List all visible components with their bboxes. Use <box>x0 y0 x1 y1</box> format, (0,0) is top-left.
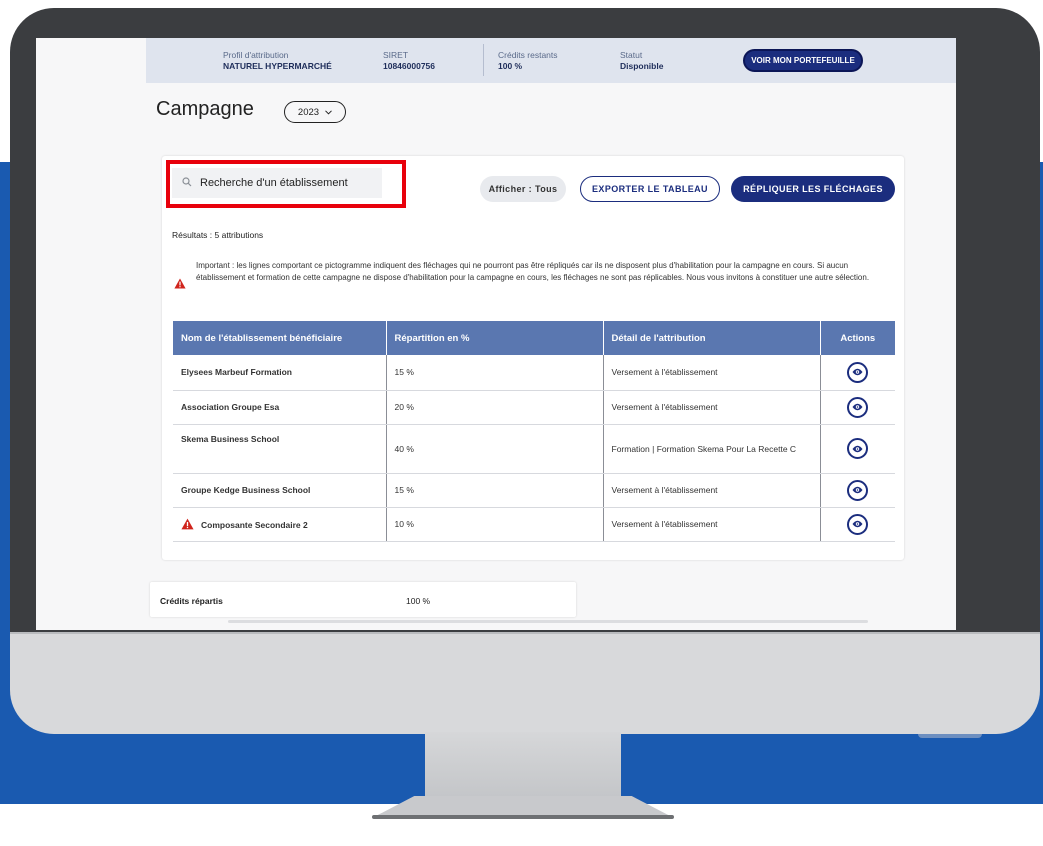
view-eye-icon[interactable] <box>847 361 869 383</box>
profile-bar: Profil d'attribution NATUREL HYPERMARCHÉ… <box>146 38 956 83</box>
table-row: Elysees Marbeuf Formation 15 % Versement à… <box>173 355 895 391</box>
establishment-name-cell: Skema Business School <box>173 424 387 474</box>
actions-cell <box>820 507 895 542</box>
view-eye-icon[interactable] <box>847 438 869 459</box>
afficher-filter-button[interactable]: Afficher : Tous <box>480 176 566 202</box>
credits-value: 100 % <box>498 61 523 71</box>
warning-icon <box>174 278 186 289</box>
replicate-flechages-button[interactable]: RÉPLIQUER LES FLÉCHAGES <box>731 176 895 202</box>
table-row: Composante Secondaire 2 10 % Versement à l… <box>173 507 895 542</box>
year-value: 2023 <box>297 106 320 118</box>
screen: Profil d'attribution NATUREL HYPERMARCHÉ… <box>36 38 956 630</box>
establishment-link[interactable]: Elysees Marbeuf Formation <box>181 367 292 377</box>
detail-cell: Formation | Formation Skema Pour La Rece… <box>603 424 821 474</box>
actions-cell <box>820 355 895 391</box>
statut-label: Statut <box>620 50 643 60</box>
column-header-actions: Actions <box>820 321 895 355</box>
establishment-link[interactable]: Composante Secondaire 2 <box>201 520 308 530</box>
table-row: Groupe Kedge Business School 15 % Versemen… <box>173 473 895 508</box>
establishment-link[interactable]: Association Groupe Esa <box>181 402 279 412</box>
results-count: Résultats : 5 attributions <box>172 230 264 240</box>
siret-info: SIRET 10846000756 <box>383 50 435 72</box>
actions-cell <box>820 473 895 508</box>
profil-label: Profil d'attribution <box>223 50 289 60</box>
credits-label: Crédits restants <box>498 50 558 60</box>
repartition-cell: 20 % <box>386 390 604 425</box>
view-eye-icon[interactable] <box>847 513 869 535</box>
chevron-down-icon <box>325 109 332 115</box>
column-header-detail: Détail de l'attribution <box>603 321 821 355</box>
profil-value: NATUREL HYPERMARCHÉ <box>223 61 332 71</box>
monitor-base-shadow <box>372 815 674 819</box>
warning-icon <box>181 518 194 530</box>
actions-cell <box>820 390 895 425</box>
siret-value: 10846000756 <box>383 61 436 71</box>
detail-cell: Versement à l'établissement <box>603 355 821 391</box>
results-table: Nom de l'établissement bénéficiaire Répa… <box>173 321 895 542</box>
credits-repartis-value: 100 % <box>406 596 431 606</box>
export-table-button[interactable]: EXPORTER LE TABLEAU <box>580 176 720 202</box>
divider <box>483 44 484 76</box>
view-eye-icon[interactable] <box>847 479 869 501</box>
statut-info: Statut Disponible <box>620 50 663 72</box>
results-card: Recherche d'un établissement Afficher : … <box>162 156 904 560</box>
establishment-name-cell: Composante Secondaire 2 <box>173 507 387 542</box>
credits-info: Crédits restants 100 % <box>498 50 558 72</box>
search-highlight-box <box>166 160 406 208</box>
repartition-cell: 10 % <box>386 507 604 542</box>
repartition-cell: 15 % <box>386 473 604 508</box>
establishment-link[interactable]: Groupe Kedge Business School <box>181 485 310 495</box>
detail-cell: Versement à l'établissement <box>603 390 821 425</box>
divider <box>228 620 868 623</box>
actions-cell <box>820 424 895 474</box>
monitor-chin <box>10 632 1040 734</box>
siret-label: SIRET <box>383 50 409 60</box>
table-row: Association Groupe Esa 20 % Versement à l'… <box>173 390 895 425</box>
establishment-name-cell: Elysees Marbeuf Formation <box>173 355 387 391</box>
monitor-stand <box>425 732 621 804</box>
column-header-name: Nom de l'établissement bénéficiaire <box>173 321 387 355</box>
repartition-cell: 40 % <box>386 424 604 474</box>
column-header-repartition: Répartition en % <box>386 321 604 355</box>
view-eye-icon[interactable] <box>847 396 869 418</box>
profil-info: Profil d'attribution NATUREL HYPERMARCHÉ <box>223 50 332 72</box>
detail-cell: Versement à l'établissement <box>603 473 821 508</box>
credits-repartis-panel: Crédits répartis 100 % <box>150 582 576 617</box>
repartition-cell: 15 % <box>386 355 604 391</box>
table-row: Skema Business School 40 % Formation | For… <box>173 424 895 474</box>
voir-portefeuille-button[interactable]: VOIR MON PORTEFEUILLE <box>743 49 863 72</box>
year-select[interactable]: 2023 <box>284 101 346 123</box>
statut-value: Disponible <box>620 61 664 71</box>
table-header-row: Nom de l'établissement bénéficiaire Répa… <box>173 321 895 355</box>
detail-cell: Versement à l'établissement <box>603 507 821 542</box>
establishment-link[interactable]: Skema Business School <box>181 434 279 444</box>
establishment-name-cell: Association Groupe Esa <box>173 390 387 425</box>
page-title: Campagne <box>156 98 254 120</box>
credits-repartis-label: Crédits répartis <box>160 596 223 606</box>
establishment-name-cell: Groupe Kedge Business School <box>173 473 387 508</box>
important-notice: Important : les lignes comportant ce pic… <box>196 261 870 282</box>
